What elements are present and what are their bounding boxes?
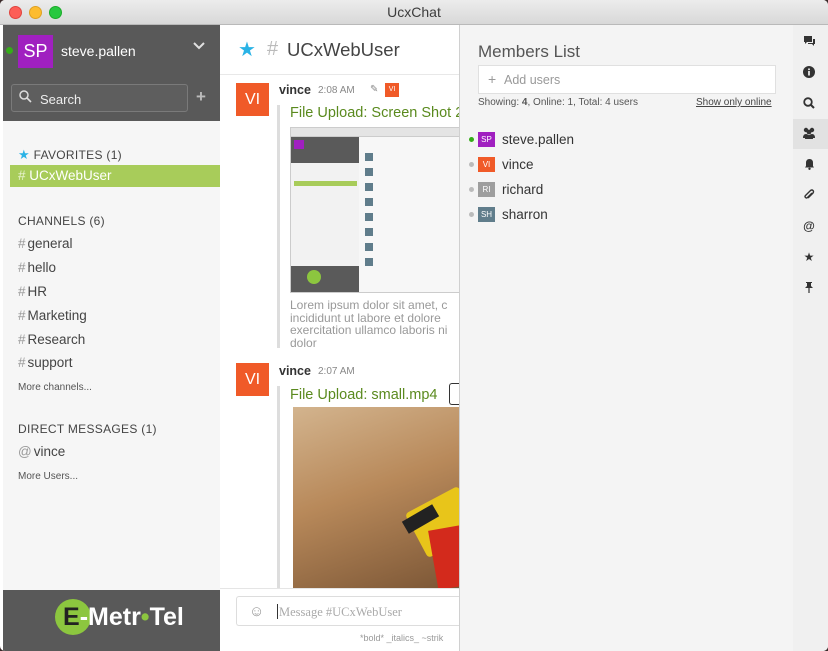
chevron-down-icon[interactable] (192, 39, 206, 57)
member-name[interactable]: steve.pallen (502, 132, 574, 147)
plus-icon: + (488, 71, 497, 87)
title-bar: UcxChat (0, 0, 828, 25)
window-title: UcxChat (387, 4, 441, 20)
avatar[interactable]: VI (236, 83, 269, 116)
offline-status-dot (469, 187, 474, 192)
add-users-placeholder: Add users (504, 73, 561, 87)
sidebar-item-support[interactable]: # support (18, 355, 73, 370)
sidebar: SP steve.pallen Search + ★ FAVORITES (1)… (3, 25, 220, 651)
hash-icon: # (18, 260, 26, 275)
at-icon[interactable]: @ (793, 219, 825, 233)
formatting-hint: *bold* _italics_ ~strik (360, 633, 444, 643)
avatar[interactable]: RI (478, 182, 495, 197)
right-toolbar: @ ★ (793, 25, 828, 651)
member-name[interactable]: richard (502, 182, 543, 197)
members-stats: Showing: 4, Online: 1, Total: 4 users (478, 97, 638, 108)
create-channel-button[interactable]: + (196, 87, 206, 107)
sidebar-item-hello[interactable]: # hello (18, 260, 56, 275)
hash-icon: # (18, 284, 26, 299)
status-badge: VI (385, 83, 399, 97)
page-title: UCxWebUser (287, 39, 400, 60)
sidebar-header: SP steve.pallen Search + (3, 25, 220, 121)
members-panel: Members List + Add users Showing: 4, Onl… (459, 25, 793, 651)
hash-icon: # (18, 332, 26, 347)
offline-status-dot (469, 212, 474, 217)
file-upload-title[interactable]: File Upload: small.mp4 (290, 387, 437, 403)
avatar[interactable]: VI (236, 363, 269, 396)
avatar[interactable]: SH (478, 207, 495, 222)
hash-icon: # (267, 38, 279, 60)
search-input[interactable]: Search (11, 84, 188, 112)
search-label: Search (40, 92, 82, 107)
show-only-online-toggle[interactable]: Show only online (696, 97, 772, 108)
star-icon[interactable]: ★ (793, 250, 825, 264)
message-placeholder: Message #UCxWebUser (279, 605, 402, 619)
pin-icon[interactable] (793, 281, 825, 296)
current-username[interactable]: steve.pallen (61, 43, 136, 59)
members-icon[interactable] (793, 127, 825, 142)
emoji-icon[interactable]: ☺ (249, 603, 264, 620)
avatar[interactable]: SP (478, 132, 495, 147)
channels-heading: CHANNELS (6) (18, 214, 105, 228)
star-icon: ★ (18, 147, 30, 162)
info-icon[interactable] (793, 66, 825, 81)
composer-area: ☺ Message #UCxWebUser *bold* _italics_ ~… (220, 588, 460, 651)
attachment-border (277, 386, 280, 591)
hash-icon: # (18, 168, 26, 183)
chat-icon[interactable] (793, 35, 825, 50)
attachment-border (277, 105, 280, 348)
member-name[interactable]: sharron (502, 207, 548, 222)
sidebar-item-marketing[interactable]: # Marketing (18, 308, 87, 323)
text-cursor (277, 604, 278, 619)
avatar[interactable]: VI (478, 157, 495, 172)
hash-icon: # (18, 355, 26, 370)
hash-icon: # (18, 308, 26, 323)
chat-main: ★ # UCxWebUser VI vince 2:08 AM ✎ VI Fil… (220, 25, 463, 651)
maximize-window-button[interactable] (49, 6, 62, 19)
favorites-heading: ★ FAVORITES (1) (18, 147, 122, 162)
online-status-dot (6, 47, 13, 54)
avatar[interactable]: SP (18, 35, 53, 68)
minimize-window-button[interactable] (29, 6, 42, 19)
sidebar-item-research[interactable]: # Research (18, 332, 85, 347)
offline-status-dot (469, 162, 474, 167)
members-title: Members List (478, 42, 581, 61)
message-author[interactable]: vince (279, 83, 311, 97)
message-body: Lorem ipsum dolor sit amet, c incididunt… (290, 299, 448, 347)
more-channels-link[interactable]: More channels... (18, 382, 92, 393)
emetrotel-logo: E-Metr•Tel (3, 590, 220, 651)
search-icon (19, 90, 32, 106)
screenshot-thumbnail[interactable] (290, 127, 460, 293)
message-input[interactable]: ☺ Message #UCxWebUser (236, 596, 460, 626)
bell-icon[interactable] (793, 158, 825, 173)
file-upload-title[interactable]: File Upload: Screen Shot 2 (290, 105, 463, 121)
message-time: 2:07 AM (318, 366, 355, 377)
channel-header: ★ # UCxWebUser (220, 25, 460, 75)
at-icon: @ (18, 444, 32, 459)
star-icon[interactable]: ★ (238, 37, 256, 62)
edit-icon[interactable]: ✎ (370, 84, 378, 95)
search-icon[interactable] (793, 97, 825, 112)
add-users-input[interactable]: + Add users (478, 65, 776, 94)
member-name[interactable]: vince (502, 157, 534, 172)
message-author[interactable]: vince (279, 364, 311, 378)
online-status-dot (469, 137, 474, 142)
direct-messages-heading: DIRECT MESSAGES (1) (18, 422, 157, 436)
sidebar-item-hr[interactable]: # HR (18, 284, 47, 299)
sidebar-item-general[interactable]: # general (18, 236, 73, 251)
video-preview[interactable] (293, 407, 460, 589)
app-window: UcxChat SP steve.pallen Search + ★ FAVOR… (0, 0, 828, 651)
hash-icon: # (18, 236, 26, 251)
sidebar-item-vince[interactable]: @ vince (18, 444, 65, 459)
message-time: 2:08 AM (318, 85, 355, 96)
sidebar-item-ucxwebuser[interactable]: # UCxWebUser (10, 165, 220, 187)
close-window-button[interactable] (9, 6, 22, 19)
paperclip-icon[interactable] (793, 189, 825, 204)
more-users-link[interactable]: More Users... (18, 471, 78, 482)
